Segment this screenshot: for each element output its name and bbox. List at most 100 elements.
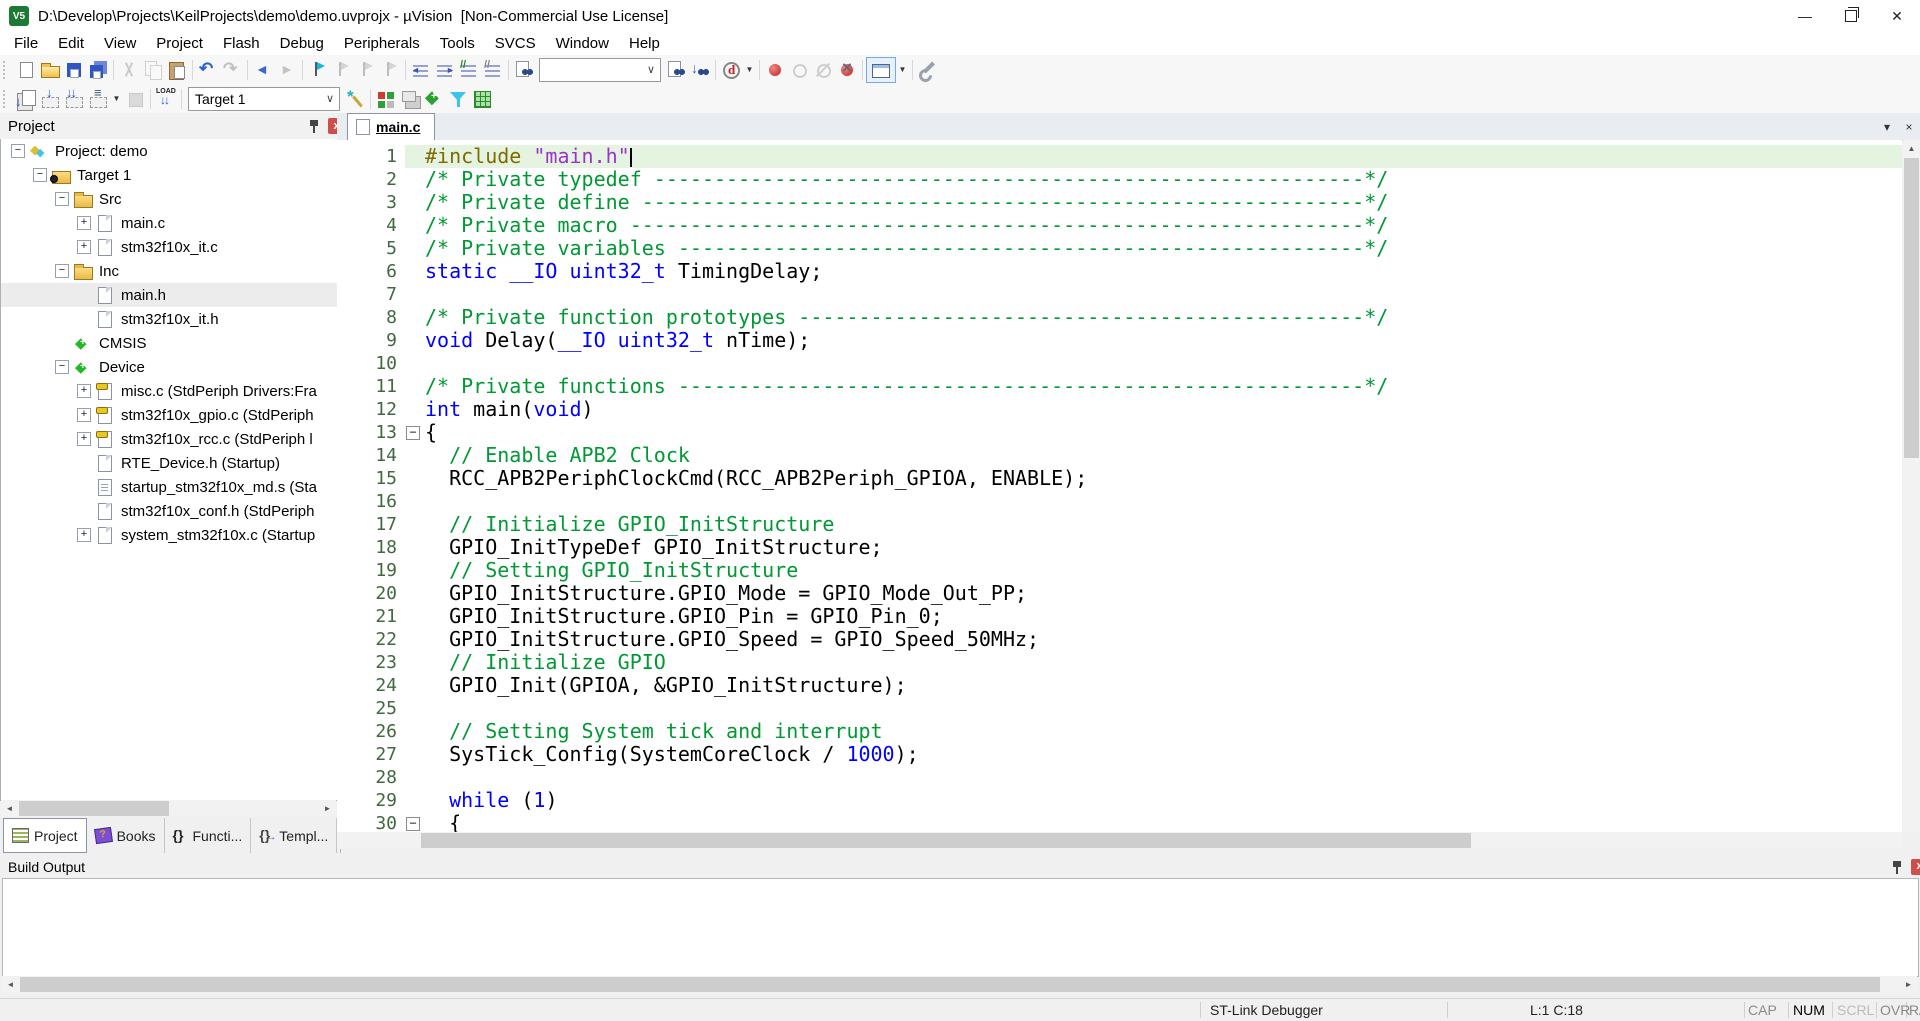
build-output-hscrollbar[interactable]: ◄ ► — [2, 976, 1917, 993]
kill-all-breakpoints-icon[interactable] — [835, 58, 859, 82]
find-text-combobox[interactable]: ∨ — [539, 57, 661, 82]
code-line-4[interactable]: 4 /* Private macro ----------------------… — [337, 214, 1902, 237]
comment-icon[interactable] — [457, 58, 481, 82]
tree-item-stm32f10x_it.h[interactable]: stm32f10x_it.h — [1, 307, 337, 331]
configure-tools-icon[interactable] — [916, 58, 940, 82]
panel-tab-project[interactable]: Project — [3, 818, 87, 853]
code-line-21[interactable]: 21 GPIO_InitStructure.GPIO_Pin = GPIO_Pi… — [337, 605, 1902, 628]
collapse-icon[interactable]: − — [11, 144, 25, 158]
code-line-11[interactable]: 11 /* Private functions -----------------… — [337, 375, 1902, 398]
dropdown-arrow-icon[interactable]: ▼ — [743, 58, 756, 82]
editor-vscrollbar[interactable]: ▲ — [1903, 140, 1920, 832]
code-line-7[interactable]: 7 — [337, 283, 1902, 306]
translate-file-icon[interactable] — [14, 87, 38, 111]
menu-project[interactable]: Project — [146, 33, 213, 54]
open-file-icon[interactable] — [38, 58, 62, 82]
tree-item-main.h[interactable]: main.h — [1, 283, 337, 307]
scroll-right-icon[interactable]: ► — [1900, 976, 1917, 993]
project-tree-hscrollbar[interactable]: ◄ ► — [1, 800, 336, 817]
code-editor[interactable]: 1 #include "main.h" 2 /* Private typedef --… — [337, 140, 1902, 837]
code-line-10[interactable]: 10 — [337, 352, 1902, 375]
expand-icon[interactable]: + — [77, 432, 91, 446]
rebuild-all-icon[interactable] — [62, 85, 86, 111]
target-select-combobox[interactable]: Target 1 ∨ — [188, 86, 340, 111]
dropdown-arrow-icon[interactable]: ▼ — [896, 58, 909, 82]
menu-file[interactable]: File — [4, 33, 48, 54]
indent-icon[interactable] — [433, 58, 457, 82]
code-line-6[interactable]: 6 static __IO uint32_t TimingDelay; — [337, 260, 1902, 283]
toggle-bookmark-icon[interactable] — [306, 58, 330, 82]
tree-item-Device[interactable]: − Device — [1, 355, 337, 379]
code-line-27[interactable]: 27 SysTick_Config(SystemCoreClock / 1000… — [337, 743, 1902, 766]
expand-icon[interactable]: + — [77, 216, 91, 230]
scroll-thumb[interactable] — [1904, 158, 1919, 458]
multi-project-workspace-icon[interactable] — [398, 87, 422, 111]
build-icon[interactable] — [38, 85, 62, 111]
code-line-28[interactable]: 28 — [337, 766, 1902, 789]
menu-debug[interactable]: Debug — [270, 33, 334, 54]
find-next-icon[interactable] — [664, 58, 688, 82]
code-line-18[interactable]: 18 GPIO_InitTypeDef GPIO_InitStructure; — [337, 536, 1902, 559]
code-line-15[interactable]: 15 RCC_APB2PeriphClockCmd(RCC_APB2Periph… — [337, 467, 1902, 490]
uncomment-icon[interactable] — [481, 58, 505, 82]
code-line-13[interactable]: 13−{ — [337, 421, 1902, 444]
build-output-content[interactable] — [2, 878, 1919, 977]
file-filter-icon[interactable] — [446, 87, 470, 111]
scroll-up-icon[interactable]: ▲ — [1903, 140, 1920, 157]
pack-installer-icon[interactable] — [470, 87, 494, 111]
tree-item-startup_stm32f10x_md.s[interactable]: startup_stm32f10x_md.s (Sta — [1, 475, 337, 499]
paste-icon[interactable] — [165, 58, 189, 82]
debug-windows-icon[interactable] — [866, 56, 896, 83]
tree-item-CMSIS[interactable]: CMSIS — [1, 331, 337, 355]
scroll-thumb[interactable] — [421, 833, 1471, 848]
pin-icon[interactable] — [1889, 859, 1905, 875]
menu-help[interactable]: Help — [619, 33, 670, 54]
panel-tab-templ[interactable]: Templ... — [251, 818, 338, 853]
pack-update-icon[interactable] — [422, 87, 446, 111]
chevron-down-icon[interactable]: ∨ — [321, 89, 339, 109]
code-line-2[interactable]: 2 /* Private typedef --------------------… — [337, 168, 1902, 191]
toolbar-grip[interactable] — [3, 89, 9, 108]
options-for-target-icon[interactable] — [343, 87, 367, 111]
code-line-22[interactable]: 22 GPIO_InitStructure.GPIO_Speed = GPIO_… — [337, 628, 1902, 651]
tree-item-stm32f10x_rcc.c[interactable]: + stm32f10x_rcc.c (StdPeriph l — [1, 427, 337, 451]
menu-edit[interactable]: Edit — [48, 33, 94, 54]
code-line-5[interactable]: 5 /* Private variables ------------------… — [337, 237, 1902, 260]
collapse-icon[interactable]: − — [55, 360, 69, 374]
insert-breakpoint-icon[interactable] — [763, 58, 787, 82]
tree-item-Inc[interactable]: − Inc — [1, 259, 337, 283]
code-line-1[interactable]: 1 #include "main.h" — [337, 145, 1902, 168]
tree-item-misc.c[interactable]: + misc.c (StdPeriph Drivers:Fra — [1, 379, 337, 403]
code-line-9[interactable]: 9 void Delay(__IO uint32_t nTime); — [337, 329, 1902, 352]
tree-item-main.c[interactable]: + main.c — [1, 211, 337, 235]
code-line-23[interactable]: 23 // Initialize GPIO — [337, 651, 1902, 674]
restore-button[interactable] — [1828, 0, 1874, 32]
manage-rte-icon[interactable] — [374, 87, 398, 111]
tree-item-stm32f10x_it.c[interactable]: + stm32f10x_it.c — [1, 235, 337, 259]
new-file-icon[interactable] — [14, 58, 38, 82]
expand-icon[interactable]: + — [77, 384, 91, 398]
chevron-down-icon[interactable]: ∨ — [642, 60, 660, 80]
code-line-16[interactable]: 16 — [337, 490, 1902, 513]
scroll-thumb[interactable] — [19, 801, 169, 816]
save-icon[interactable] — [62, 58, 86, 82]
tree-item-stm32f10x_conf.h[interactable]: stm32f10x_conf.h (StdPeriph — [1, 499, 337, 523]
scroll-left-icon[interactable]: ◄ — [2, 976, 19, 993]
code-line-8[interactable]: 8 /* Private function prototypes --------… — [337, 306, 1902, 329]
code-line-3[interactable]: 3 /* Private define ---------------------… — [337, 191, 1902, 214]
fold-collapse-icon[interactable]: − — [406, 817, 420, 831]
editor-tab-main-c[interactable]: main.c — [347, 113, 436, 140]
scroll-left-icon[interactable]: ◄ — [1, 800, 18, 817]
expand-icon[interactable]: + — [77, 408, 91, 422]
code-line-20[interactable]: 20 GPIO_InitStructure.GPIO_Mode = GPIO_M… — [337, 582, 1902, 605]
unindent-icon[interactable] — [409, 58, 433, 82]
minimize-button[interactable]: — — [1782, 0, 1828, 32]
tree-item-Src[interactable]: − Src — [1, 187, 337, 211]
pin-icon[interactable] — [306, 118, 322, 134]
menu-window[interactable]: Window — [546, 33, 619, 54]
build-output-close-icon[interactable]: x — [1911, 858, 1920, 875]
code-line-19[interactable]: 19 // Setting GPIO_InitStructure — [337, 559, 1902, 582]
batch-build-icon[interactable] — [86, 85, 110, 111]
collapse-icon[interactable]: − — [33, 168, 47, 182]
code-line-12[interactable]: 12 int main(void) — [337, 398, 1902, 421]
